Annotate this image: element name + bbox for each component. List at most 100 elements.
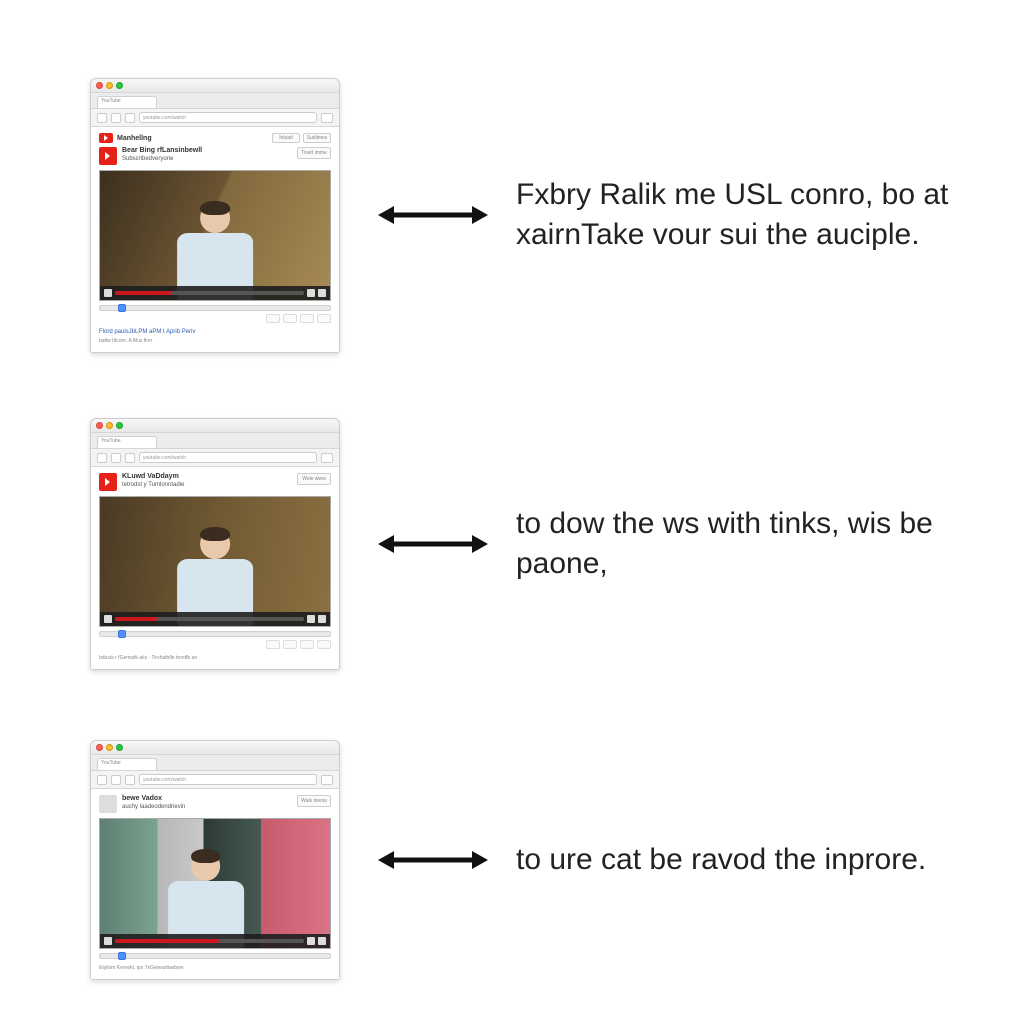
- browser-menu-button[interactable]: [321, 775, 333, 785]
- play-button[interactable]: [104, 937, 112, 945]
- browser-tab[interactable]: YouTube: [97, 436, 157, 448]
- fullscreen-button[interactable]: [318, 289, 326, 297]
- window-titlebar: [91, 419, 339, 433]
- caption-text-2: to dow the ws with tinks, wis be paone,: [516, 504, 950, 584]
- volume-button[interactable]: [307, 615, 315, 623]
- diagram-row-3: YouTube youtube.com/watch bewe Vadox auc…: [90, 740, 950, 980]
- subscribe-button[interactable]: Wals deess: [297, 795, 331, 807]
- buffer-knob[interactable]: [118, 952, 126, 960]
- video-title: bewe Vadox: [122, 795, 185, 803]
- page-content: Manhellng Inload Sublimes Bear Bing rfLa…: [91, 127, 339, 352]
- player-controls: [100, 286, 330, 300]
- more-button[interactable]: [317, 314, 331, 323]
- more-button[interactable]: [317, 640, 331, 649]
- minimize-icon[interactable]: [106, 422, 113, 429]
- browser-tab[interactable]: YouTube: [97, 96, 157, 108]
- maximize-icon[interactable]: [116, 82, 123, 89]
- channel-row: Bear Bing rfLansinbewll Subscribedveryon…: [99, 147, 331, 165]
- diagram-row-1: YouTube youtube.com/watch Manhellng Inlo…: [90, 78, 950, 353]
- video-player[interactable]: [99, 818, 331, 949]
- window-titlebar: [91, 741, 339, 755]
- diagram-row-2: YouTube youtube.com/watch KLuwd VaDdaym …: [90, 418, 950, 670]
- reload-button[interactable]: [125, 775, 135, 785]
- video-meta-link[interactable]: Flord paulsJbLPM aPM t Aprib Periv: [99, 328, 331, 336]
- back-button[interactable]: [97, 113, 107, 123]
- video-player[interactable]: [99, 170, 331, 301]
- browser-window-2: YouTube youtube.com/watch KLuwd VaDdaym …: [90, 418, 340, 670]
- dislike-button[interactable]: [283, 314, 297, 323]
- bidirectional-arrow-icon: [378, 201, 488, 229]
- volume-button[interactable]: [307, 289, 315, 297]
- header-button-1[interactable]: Inload: [272, 133, 300, 143]
- page-content: bewe Vadox auchy laadeodendrievin Wals d…: [91, 789, 339, 979]
- buffer-bar[interactable]: [99, 953, 331, 959]
- buffer-bar[interactable]: [99, 305, 331, 311]
- minimize-icon[interactable]: [106, 744, 113, 751]
- buffer-bar[interactable]: [99, 631, 331, 637]
- youtube-logo-icon[interactable]: [99, 133, 113, 143]
- forward-button[interactable]: [111, 775, 121, 785]
- video-actions: [99, 640, 331, 649]
- reload-button[interactable]: [125, 453, 135, 463]
- volume-button[interactable]: [307, 937, 315, 945]
- fullscreen-button[interactable]: [318, 937, 326, 945]
- channel-subtitle: auchy laadeodendrievin: [122, 803, 185, 811]
- video-player[interactable]: [99, 496, 331, 627]
- video-presenter: [162, 199, 268, 299]
- browser-menu-button[interactable]: [321, 453, 333, 463]
- video-title: Bear Bing rfLansinbewll: [122, 147, 202, 155]
- url-input[interactable]: youtube.com/watch: [139, 452, 317, 463]
- share-button[interactable]: [300, 314, 314, 323]
- back-button[interactable]: [97, 453, 107, 463]
- video-presenter: [162, 525, 268, 625]
- close-icon[interactable]: [96, 82, 103, 89]
- channel-avatar-icon[interactable]: [99, 473, 117, 491]
- player-controls: [100, 612, 330, 626]
- video-meta-text: Etyllom Kernekt. ips 7xGeneartiavbwn: [99, 965, 331, 971]
- browser-tabbar: YouTube: [91, 93, 339, 109]
- reload-button[interactable]: [125, 113, 135, 123]
- url-input[interactable]: youtube.com/watch: [139, 112, 317, 123]
- browser-tabbar: YouTube: [91, 755, 339, 771]
- buffer-knob[interactable]: [118, 304, 126, 312]
- forward-button[interactable]: [111, 453, 121, 463]
- browser-toolbar: youtube.com/watch: [91, 771, 339, 789]
- fullscreen-button[interactable]: [318, 615, 326, 623]
- share-button[interactable]: [300, 640, 314, 649]
- video-meta-text: batlw Ittcorn. A Mus firer: [99, 338, 331, 344]
- close-icon[interactable]: [96, 744, 103, 751]
- seek-bar[interactable]: [115, 291, 304, 295]
- site-title: Manhellng: [117, 135, 152, 142]
- close-icon[interactable]: [96, 422, 103, 429]
- dislike-button[interactable]: [283, 640, 297, 649]
- channel-row: bewe Vadox auchy laadeodendrievin Wals d…: [99, 795, 331, 813]
- minimize-icon[interactable]: [106, 82, 113, 89]
- maximize-icon[interactable]: [116, 422, 123, 429]
- player-controls: [100, 934, 330, 948]
- caption-text-1: Fxbry Ralik me USL conro, bo at xairnTak…: [516, 175, 950, 255]
- page-content: KLuwd VaDdaym tetrodst y Tumlonntadie We…: [91, 467, 339, 669]
- like-button[interactable]: [266, 640, 280, 649]
- seek-bar[interactable]: [115, 617, 304, 621]
- play-button[interactable]: [104, 615, 112, 623]
- subscribe-button[interactable]: Tised imme: [297, 147, 331, 159]
- url-input[interactable]: youtube.com/watch: [139, 774, 317, 785]
- header-button-2[interactable]: Sublimes: [303, 133, 331, 143]
- seek-bar[interactable]: [115, 939, 304, 943]
- browser-menu-button[interactable]: [321, 113, 333, 123]
- channel-avatar-icon[interactable]: [99, 795, 117, 813]
- video-meta-text: bdusla r fGemwtk aks - Tirvhathfle trent…: [99, 655, 331, 661]
- buffer-knob[interactable]: [118, 630, 126, 638]
- channel-subtitle: tetrodst y Tumlonntadie: [122, 481, 184, 489]
- subscribe-button[interactable]: Wele www: [297, 473, 331, 485]
- like-button[interactable]: [266, 314, 280, 323]
- channel-avatar-icon[interactable]: [99, 147, 117, 165]
- video-title: KLuwd VaDdaym: [122, 473, 184, 481]
- browser-window-3: YouTube youtube.com/watch bewe Vadox auc…: [90, 740, 340, 980]
- browser-tab[interactable]: YouTube: [97, 758, 157, 770]
- maximize-icon[interactable]: [116, 744, 123, 751]
- forward-button[interactable]: [111, 113, 121, 123]
- video-actions: [99, 314, 331, 323]
- play-button[interactable]: [104, 289, 112, 297]
- back-button[interactable]: [97, 775, 107, 785]
